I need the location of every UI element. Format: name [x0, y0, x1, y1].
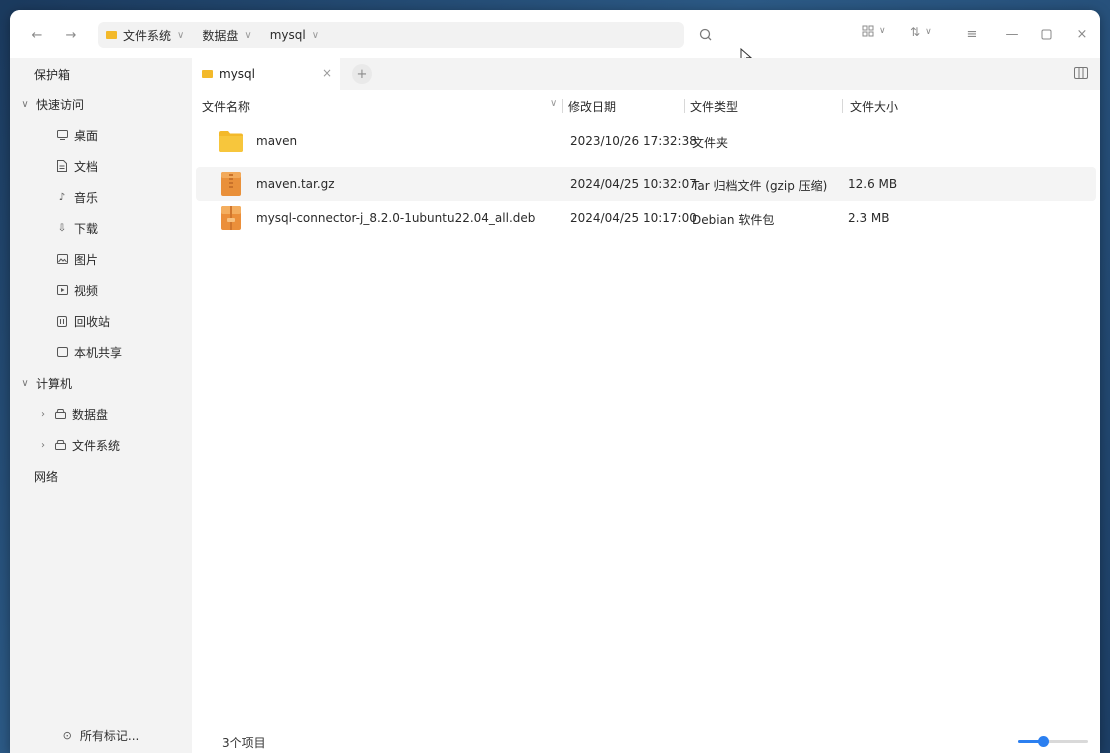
all-tags-button[interactable]: ⊙ 所有标记... [10, 718, 192, 753]
file-modified: 2024/04/25 10:32:07 [570, 177, 697, 191]
column-divider[interactable] [842, 99, 843, 113]
close-window-button[interactable]: × [1072, 24, 1092, 44]
sidebar-item-filesystem[interactable]: › 文件系统 [10, 433, 192, 457]
sort-icon: ⇅ [910, 25, 921, 39]
file-type: Debian 软件包 [692, 213, 775, 227]
search-icon [699, 28, 712, 41]
column-header-type[interactable]: 文件类型 [690, 98, 738, 115]
trash-icon [56, 315, 68, 327]
breadcrumb-item-datadisk[interactable]: 数据盘 ∨ [202, 27, 251, 44]
chevron-down-icon: ∨ [244, 29, 252, 41]
minimize-icon: — [1005, 26, 1019, 42]
chevron-right-icon: › [41, 439, 45, 451]
tag-icon: ⊙ [62, 729, 72, 742]
column-divider[interactable] [684, 99, 685, 113]
drive-icon [54, 439, 66, 451]
chevron-down-icon: ∨ [925, 27, 932, 37]
column-header-modified[interactable]: 修改日期 [568, 98, 616, 115]
maximize-icon [1041, 29, 1051, 39]
file-name: maven [256, 134, 298, 148]
tab-mysql[interactable]: mysql × [192, 58, 340, 90]
chevron-down-icon[interactable]: ∨ [550, 98, 557, 109]
chevron-down-icon: ∨ [21, 377, 29, 389]
sidebar-item-music[interactable]: ♪ 音乐 [10, 185, 192, 209]
zoom-slider-handle[interactable] [1037, 736, 1049, 747]
forward-button[interactable]: → [60, 24, 82, 46]
breadcrumb: 文件系统 ∨ 数据盘 ∨ mysql ∨ [98, 22, 684, 48]
sidebar-item-data-disk[interactable]: › 数据盘 [10, 402, 192, 426]
folder-icon [219, 131, 243, 152]
chevron-down-icon: ∨ [21, 98, 29, 110]
file-size: 2.3 MB [848, 211, 890, 225]
chevron-down-icon: ∨ [879, 26, 886, 36]
sidebar-item-local-share[interactable]: 本机共享 [10, 340, 192, 364]
search-button[interactable] [696, 25, 716, 45]
view-mode-button[interactable]: ∨ [862, 25, 886, 37]
list-header: 文件名称 ∨ 修改日期 文件类型 文件大小 [192, 90, 1100, 122]
add-tab-button[interactable]: + [352, 64, 372, 84]
share-icon [56, 346, 68, 358]
plus-icon: + [356, 66, 368, 82]
detail-panel-toggle-icon[interactable] [1074, 67, 1088, 79]
column-header-name[interactable]: 文件名称 [202, 98, 250, 115]
file-size: 12.6 MB [848, 177, 898, 191]
chevron-down-icon: ∨ [177, 29, 185, 41]
hamburger-menu-icon: ≡ [966, 26, 978, 42]
file-type: 文件夹 [692, 136, 729, 150]
sidebar-item-videos[interactable]: 视频 [10, 278, 192, 302]
sidebar-item-trash[interactable]: 回收站 [10, 309, 192, 333]
image-icon [56, 253, 68, 265]
arrow-right-icon: → [65, 27, 77, 43]
file-name: mysql-connector-j_8.2.0-1ubuntu22.04_all… [256, 211, 536, 225]
music-icon: ♪ [58, 191, 66, 203]
sidebar: 保护箱 ∨ 快速访问 桌面 文档 ♪ 音乐 ⇩ 下载 图片 视频 回收站 本机共… [10, 58, 192, 753]
menu-button[interactable]: ≡ [962, 24, 982, 44]
tab-bar: mysql × + [192, 58, 1100, 90]
file-row-maven-tar-gz[interactable]: maven.tar.gz 2024/04/25 10:32:07 Tar 归档文… [196, 167, 1096, 201]
file-name: maven.tar.gz [256, 177, 335, 191]
chevron-right-icon: › [41, 408, 45, 420]
document-icon [56, 160, 68, 172]
file-row-maven[interactable]: maven 2023/10/26 17:32:38 文件夹 [196, 124, 1096, 158]
title-bar: ← → 文件系统 ∨ 数据盘 ∨ mysql ∨ ∨ ⇅ ∨ ≡ — × [10, 10, 1100, 65]
sidebar-item-network[interactable]: 网络 [10, 464, 192, 488]
file-type: Tar 归档文件 (gzip 压缩) [692, 179, 828, 193]
arrow-left-icon: ← [31, 27, 43, 43]
sidebar-item-documents[interactable]: 文档 [10, 154, 192, 178]
column-header-size[interactable]: 文件大小 [850, 98, 898, 115]
video-icon [56, 284, 68, 296]
file-modified: 2023/10/26 17:32:38 [570, 134, 697, 148]
file-manager-window: ← → 文件系统 ∨ 数据盘 ∨ mysql ∨ ∨ ⇅ ∨ ≡ — × 保护箱… [10, 10, 1100, 753]
download-icon: ⇩ [57, 222, 67, 234]
item-count: 3个项目 [222, 736, 266, 750]
file-list: 文件名称 ∨ 修改日期 文件类型 文件大小 maven 2023/10/26 1… [192, 90, 1100, 753]
status-bar: 3个项目 [192, 730, 1100, 753]
breadcrumb-item-filesystem[interactable]: 文件系统 ∨ [106, 27, 184, 44]
grid-view-icon [862, 25, 874, 37]
zoom-slider[interactable] [1018, 736, 1088, 747]
minimize-button[interactable]: — [1002, 24, 1022, 44]
file-row-mysql-connector-deb[interactable]: mysql-connector-j_8.2.0-1ubuntu22.04_all… [196, 201, 1096, 235]
sidebar-item-downloads[interactable]: ⇩ 下载 [10, 216, 192, 240]
close-tab-icon[interactable]: × [322, 66, 332, 80]
chevron-down-icon: ∨ [311, 29, 320, 41]
sidebar-item-pictures[interactable]: 图片 [10, 247, 192, 271]
folder-icon [106, 31, 117, 39]
sort-button[interactable]: ⇅ ∨ [910, 25, 932, 39]
close-icon: × [1076, 26, 1088, 42]
drive-icon [54, 408, 66, 420]
maximize-button[interactable] [1036, 24, 1056, 44]
sidebar-section-computer[interactable]: ∨ 计算机 [10, 371, 192, 395]
column-divider[interactable] [562, 99, 563, 113]
back-button[interactable]: ← [26, 24, 48, 46]
archive-icon [221, 172, 241, 196]
package-icon [221, 206, 241, 230]
sidebar-item-vault[interactable]: 保护箱 [10, 62, 192, 86]
folder-icon [202, 70, 213, 78]
file-modified: 2024/04/25 10:17:00 [570, 211, 697, 225]
sidebar-item-desktop[interactable]: 桌面 [10, 123, 192, 147]
breadcrumb-item-mysql[interactable]: mysql ∨ [270, 28, 319, 42]
desktop-icon [56, 129, 68, 141]
sidebar-section-quick-access[interactable]: ∨ 快速访问 [10, 92, 192, 116]
